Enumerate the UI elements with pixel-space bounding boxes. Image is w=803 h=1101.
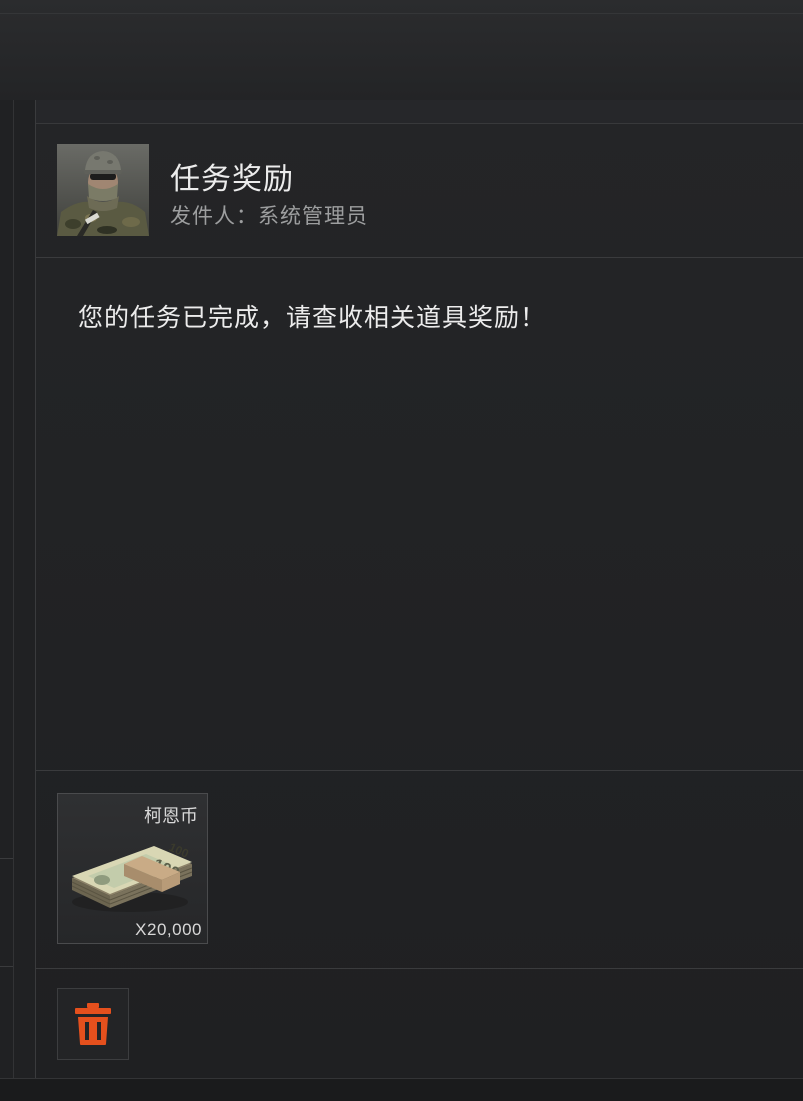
mail-title: 任务奖励: [170, 163, 294, 196]
attachment-item-name: 柯恩币: [144, 806, 198, 826]
sender-avatar: [57, 144, 149, 236]
top-bar: [0, 0, 803, 101]
mail-actions: [36, 968, 803, 1078]
attachment-item[interactable]: 100 100 柯恩币 X20,000: [57, 793, 208, 944]
trash-icon: [75, 1003, 111, 1045]
mail-sender: 发件人：系统管理员: [170, 205, 368, 228]
mail-header: 任务奖励 发件人：系统管理员: [36, 124, 803, 258]
attachment-area: 100 100 柯恩币 X20,000: [36, 770, 803, 969]
mail-list-rail: [0, 100, 36, 1078]
bottom-bar: [0, 1078, 803, 1101]
mail-detail-panel: 任务奖励 发件人：系统管理员 您的任务已完成，请查收相关道具奖励！ 100 柯恩…: [36, 100, 803, 1078]
mail-body: 您的任务已完成，请查收相关道具奖励！: [78, 304, 547, 332]
banknote-bundle-icon: 100 100: [68, 820, 200, 920]
delete-button[interactable]: [57, 988, 129, 1060]
attachment-item-quantity: X20,000: [135, 920, 202, 939]
